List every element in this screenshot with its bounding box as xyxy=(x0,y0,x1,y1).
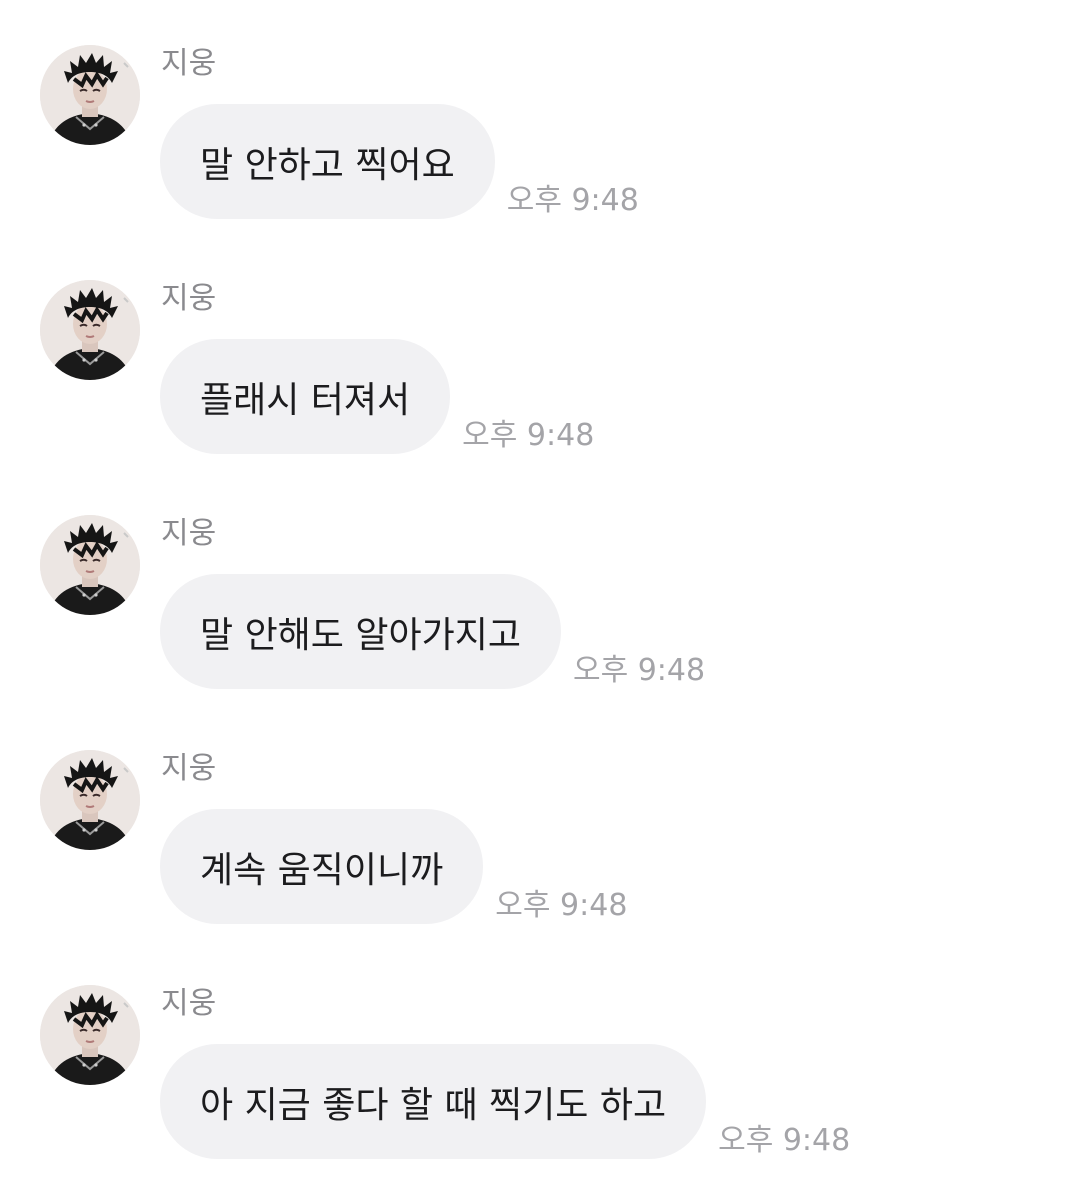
profile-photo-icon[interactable] xyxy=(40,45,140,145)
message-row: 플래시 터져서 오후 9:48 xyxy=(160,339,594,454)
message-bubble[interactable]: 아 지금 좋다 할 때 찍기도 하고 xyxy=(160,1044,707,1159)
message-bubble[interactable]: 플래시 터져서 xyxy=(160,339,451,454)
message-group: 지웅 말 안하고 찍어요 오후 9:48 xyxy=(0,0,1074,219)
message-group: 지웅 말 안해도 알아가지고 오후 9:48 xyxy=(0,470,1074,689)
message-timestamp: 오후 9:48 xyxy=(572,653,706,688)
sender-name: 지웅 xyxy=(161,986,217,1021)
message-row: 말 안하고 찍어요 오후 9:48 xyxy=(160,104,639,219)
sender-name: 지웅 xyxy=(161,281,217,316)
message-group: 지웅 플래시 터져서 오후 9:48 xyxy=(0,235,1074,454)
sender-name: 지웅 xyxy=(161,751,217,786)
message-bubble[interactable]: 계속 움직이니까 xyxy=(160,809,484,924)
sender-name: 지웅 xyxy=(161,46,217,81)
sender-name: 지웅 xyxy=(161,516,217,551)
profile-photo-icon[interactable] xyxy=(40,280,140,380)
message-bubble[interactable]: 말 안하고 찍어요 xyxy=(160,104,495,219)
message-timestamp: 오후 9:48 xyxy=(462,418,595,453)
message-group: 지웅 아 지금 좋다 할 때 찍기도 하고 오후 9:48 xyxy=(0,940,1074,1159)
profile-photo-icon[interactable] xyxy=(40,515,140,615)
message-timestamp: 오후 9:48 xyxy=(495,888,628,923)
message-timestamp: 오후 9:48 xyxy=(506,183,639,218)
message-timestamp: 오후 9:48 xyxy=(718,1123,851,1158)
message-row: 계속 움직이니까 오후 9:48 xyxy=(160,809,627,924)
message-row: 아 지금 좋다 할 때 찍기도 하고 오후 9:48 xyxy=(160,1044,850,1159)
profile-photo-icon[interactable] xyxy=(40,985,140,1085)
message-bubble[interactable]: 말 안해도 알아가지고 xyxy=(160,574,561,689)
message-group: 지웅 계속 움직이니까 오후 9:48 xyxy=(0,705,1074,924)
message-row: 말 안해도 알아가지고 오후 9:48 xyxy=(160,574,705,689)
profile-photo-icon[interactable] xyxy=(40,750,140,850)
